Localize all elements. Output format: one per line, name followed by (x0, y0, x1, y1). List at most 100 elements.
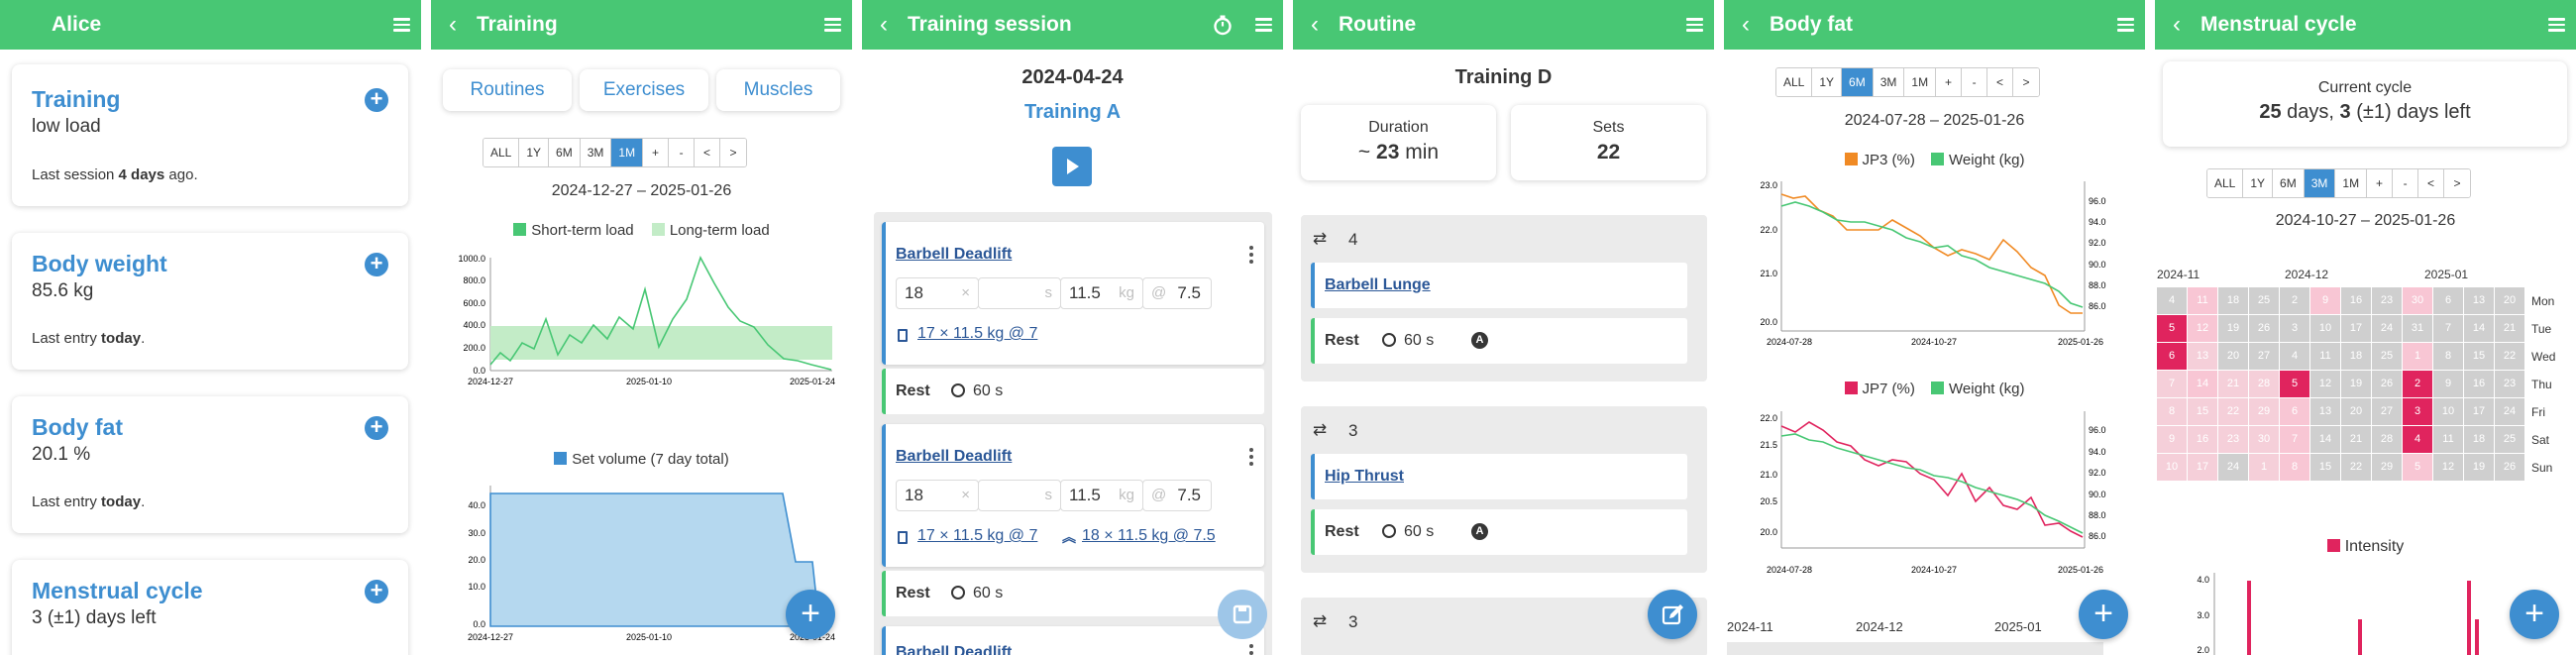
range-button[interactable]: 1M (611, 139, 644, 166)
add-icon[interactable]: + (365, 580, 388, 603)
range-button[interactable]: > (2013, 68, 2040, 96)
back-icon[interactable]: ‹ (431, 11, 469, 39)
jp3-legend: JP3 (%) Weight (kg) (1724, 152, 2145, 168)
range-button[interactable]: < (1987, 68, 2014, 96)
range-button[interactable]: + (2367, 169, 2394, 197)
exercise-link[interactable]: Barbell Deadlift (896, 246, 1012, 264)
target-set-link[interactable]: 18 × 11.5 kg @ 7.5 (1082, 527, 1216, 545)
body-weight-card[interactable]: Body weight 85.6 kg Last entry today. + (12, 233, 408, 370)
body-fat-card[interactable]: Body fat 20.1 % Last entry today. + (12, 396, 408, 533)
range-button[interactable]: ALL (2207, 169, 2244, 197)
more-options-icon[interactable] (1248, 448, 1254, 466)
range-button[interactable]: + (643, 139, 670, 166)
month-label: 2025-01 (2424, 268, 2469, 281)
exercise-link[interactable]: Barbell Deadlift (896, 644, 1012, 655)
back-icon[interactable]: ‹ (862, 11, 900, 39)
tab-exercises[interactable]: Exercises (580, 69, 708, 111)
exercise-link[interactable]: Hip Thrust (1325, 468, 1404, 486)
calendar-day: 10 (2433, 398, 2463, 425)
time-input[interactable]: s (978, 277, 1061, 309)
calendar-day: 28 (2372, 426, 2402, 453)
range-button[interactable]: 1M (2335, 169, 2368, 197)
menu-icon[interactable] (2105, 18, 2145, 32)
history-icon (951, 586, 965, 600)
calendar-day: 14 (2310, 426, 2340, 453)
range-button[interactable]: - (2393, 169, 2419, 197)
add-button[interactable]: + (2079, 590, 2128, 639)
range-button[interactable]: - (1962, 68, 1988, 96)
session-routine[interactable]: Training A (862, 101, 1283, 124)
range-button[interactable]: < (695, 139, 721, 166)
reps-input[interactable]: 18 × (896, 480, 979, 511)
back-icon[interactable]: ‹ (1293, 11, 1331, 39)
right-axis: 96.0 94.0 92.0 90.0 88.0 86.0 (2089, 425, 2106, 541)
time-input[interactable]: s (978, 480, 1061, 511)
legend-swatch (651, 223, 665, 236)
back-icon[interactable]: ‹ (1724, 11, 1762, 39)
play-button[interactable] (1052, 147, 1092, 186)
add-icon[interactable]: + (365, 253, 388, 276)
card-title[interactable]: Body fat (32, 414, 123, 441)
range-button[interactable]: ALL (483, 139, 520, 166)
menu-icon[interactable] (1243, 18, 1283, 32)
calendar-day: 10 (2310, 315, 2340, 342)
range-button[interactable]: 6M (549, 139, 581, 166)
range-button[interactable]: 3M (2304, 169, 2336, 197)
add-button[interactable]: + (786, 590, 835, 639)
footer-text: Last entry (32, 493, 102, 510)
more-options-icon[interactable] (1248, 246, 1254, 264)
calendar-day: 8 (2280, 454, 2309, 481)
panel-dashboard: Alice Training low load Last session 4 d… (0, 0, 421, 655)
tab-routines[interactable]: Routines (443, 69, 572, 111)
y-tick: 21.0 (1760, 269, 1777, 278)
exercise-link[interactable]: Barbell Deadlift (896, 448, 1012, 466)
calendar-day: 16 (2188, 426, 2217, 453)
range-button[interactable]: 1M (1904, 68, 1937, 96)
more-options-icon[interactable] (1248, 644, 1254, 655)
menu-icon[interactable] (812, 18, 852, 32)
menstrual-cycle-card[interactable]: Menstrual cycle 3 (±1) days left + (12, 560, 408, 655)
calendar-day: 22 (2495, 343, 2524, 370)
reps-input[interactable]: 18 × (896, 277, 979, 309)
add-button[interactable]: + (2510, 590, 2559, 639)
footer-text: . (141, 493, 146, 510)
rpe-input[interactable]: @7.5 (1142, 277, 1212, 309)
range-button[interactable]: > (720, 139, 747, 166)
range-button[interactable]: 1Y (1812, 68, 1843, 96)
weight-input[interactable]: 11.5 kg (1060, 277, 1143, 309)
menu-icon[interactable] (381, 18, 421, 32)
range-button[interactable]: 1Y (519, 139, 550, 166)
range-button[interactable]: 3M (1873, 68, 1905, 96)
calendar-day: 8 (2157, 398, 2187, 425)
card-title[interactable]: Body weight (32, 251, 167, 277)
weight-input[interactable]: 11.5 kg (1060, 480, 1143, 511)
calendar-day: 5 (2157, 315, 2187, 342)
previous-set-link[interactable]: 17 × 11.5 kg @ 7 (917, 527, 1037, 545)
range-button[interactable]: - (669, 139, 696, 166)
card-title[interactable]: Menstrual cycle (32, 578, 203, 604)
panel-body-fat: ‹ Body fat ALL 1Y 6M 3M 1M + - < > 2024-07-28 – … (1724, 0, 2145, 655)
training-card[interactable]: Training low load Last session 4 days ag… (12, 64, 408, 206)
tab-muscles[interactable]: Muscles (716, 69, 840, 111)
exercise-link[interactable]: Barbell Lunge (1325, 276, 1431, 294)
range-button[interactable]: > (2444, 169, 2471, 197)
rpe-input[interactable]: @7.5 (1142, 480, 1212, 511)
menu-icon[interactable] (2536, 18, 2576, 32)
add-icon[interactable]: + (365, 416, 388, 440)
add-icon[interactable]: + (365, 88, 388, 112)
y-tick: 20.5 (1760, 496, 1777, 506)
range-button[interactable]: 1Y (2243, 169, 2274, 197)
range-button[interactable]: 3M (580, 139, 612, 166)
save-button[interactable] (1218, 590, 1267, 639)
range-button[interactable]: < (2418, 169, 2445, 197)
edit-button[interactable] (1648, 590, 1697, 639)
range-button[interactable]: 6M (1842, 68, 1874, 96)
range-button[interactable]: + (1936, 68, 1963, 96)
back-icon[interactable]: ‹ (2155, 11, 2193, 39)
range-button[interactable]: ALL (1776, 68, 1813, 96)
previous-set-link[interactable]: 17 × 11.5 kg @ 7 (917, 325, 1037, 343)
card-title[interactable]: Training (32, 86, 120, 113)
range-button[interactable]: 6M (2273, 169, 2305, 197)
stopwatch-icon[interactable] (1212, 14, 1234, 36)
menu-icon[interactable] (1674, 18, 1714, 32)
